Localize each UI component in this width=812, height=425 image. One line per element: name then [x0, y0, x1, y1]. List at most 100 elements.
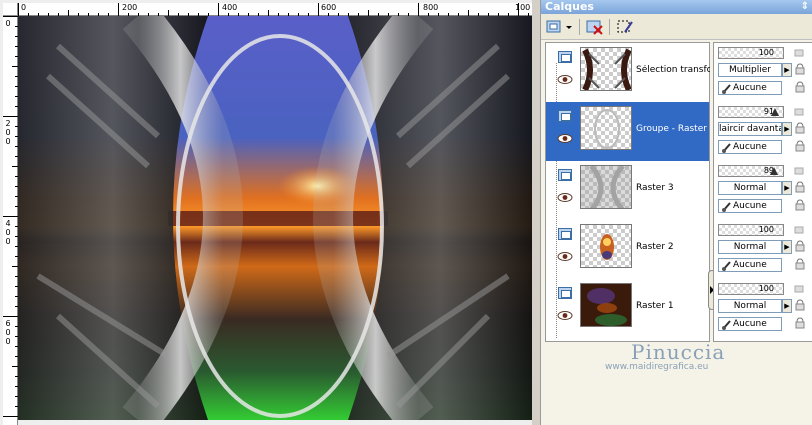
layer-name[interactable]: Groupe - Raster 4 — [636, 124, 710, 134]
edit-selection-button[interactable] — [615, 18, 635, 36]
ruler-top-label: 400 — [222, 3, 238, 12]
lock-icon[interactable] — [794, 181, 806, 193]
blend-mode-dropdown[interactable]: ▶ — [782, 122, 792, 136]
ruler-left-label: 0 — [5, 137, 11, 146]
blend-mode-select[interactable]: Multiplier — [718, 63, 782, 77]
panel-title-bar[interactable]: Calques ⇕ — [541, 0, 812, 14]
blend-mode-select[interactable]: Normal — [718, 181, 782, 195]
opacity-marker[interactable] — [770, 167, 779, 175]
layer-name[interactable]: Raster 2 — [636, 242, 710, 252]
ruler-left-label: 6 — [5, 319, 11, 328]
link-icon[interactable] — [792, 224, 806, 236]
layer-style-field[interactable]: Aucune — [718, 81, 782, 95]
ruler-top: 0 200 400 600 800 100 — [18, 3, 532, 16]
lock-icon[interactable] — [794, 63, 806, 75]
lock-icon[interactable] — [794, 199, 806, 211]
ruler-top-label: 800 — [423, 3, 439, 12]
blend-mode-select[interactable]: Normal — [718, 240, 782, 254]
lock-icon[interactable] — [794, 258, 806, 270]
lock-icon[interactable] — [794, 140, 806, 152]
ruler-left-label: 0 — [5, 128, 11, 137]
layer-row-selection-transform[interactable]: Sélection transform — [546, 43, 710, 102]
toolbar-divider — [579, 19, 580, 35]
new-layer-icon — [546, 20, 561, 33]
opacity-slider[interactable]: 100 — [718, 283, 784, 295]
link-icon[interactable] — [792, 47, 806, 59]
link-icon[interactable] — [792, 283, 806, 295]
layer-row-raster-1[interactable]: Raster 1 — [546, 279, 709, 338]
lock-icon[interactable] — [794, 122, 806, 134]
ruler-corner — [3, 3, 18, 16]
layer-properties-row: 100 Normal ▶ Aucune — [714, 220, 812, 279]
eye-icon[interactable] — [557, 134, 573, 143]
eye-icon[interactable] — [557, 193, 573, 202]
lock-icon[interactable] — [794, 299, 806, 311]
layer-type-icon[interactable] — [558, 287, 572, 299]
new-layer-dropdown[interactable] — [564, 18, 574, 36]
ruler-left-label: 0 — [5, 19, 11, 28]
ruler-top-label: 200 — [122, 3, 138, 12]
opacity-value: 100 — [758, 225, 774, 234]
layer-type-icon[interactable] — [558, 110, 572, 122]
lock-icon[interactable] — [794, 317, 806, 329]
brush-icon — [722, 202, 731, 212]
layer-style-field[interactable]: Aucune — [718, 199, 782, 213]
opacity-marker[interactable] — [771, 108, 780, 116]
eye-icon[interactable] — [557, 311, 573, 320]
layer-row-groupe-raster-4[interactable]: Groupe - Raster 4 — [546, 102, 710, 161]
pin-icon[interactable]: ⇕ — [801, 0, 809, 14]
layer-type-icon[interactable] — [558, 169, 572, 181]
blend-mode-dropdown[interactable]: ▶ — [782, 181, 792, 195]
brush-icon — [722, 143, 731, 153]
layer-type-icon[interactable] — [558, 51, 572, 63]
layer-properties-row: 91 laircir davantag ▶ Aucune — [714, 102, 812, 161]
blend-mode-dropdown[interactable]: ▶ — [782, 240, 792, 254]
layer-type-icon[interactable] — [558, 228, 572, 240]
layers-panel: Calques ⇕ Sélection transfo Groupe - Ras… — [540, 0, 812, 425]
layer-style-label: Aucune — [733, 83, 767, 93]
lock-icon[interactable] — [794, 81, 806, 93]
eye-icon[interactable] — [557, 75, 573, 84]
layer-name[interactable]: Sélection transform — [636, 65, 710, 75]
layer-row-raster-2[interactable]: Raster 2 — [546, 220, 709, 279]
layer-name[interactable]: Raster 3 — [636, 183, 710, 193]
canvas-area[interactable]: 0 200 400 600 800 100 0 2 0 0 4 0 0 6 0 … — [0, 0, 540, 425]
opacity-value: 100 — [758, 284, 774, 293]
watermark-url: www.maidiregrafica.eu — [605, 362, 709, 372]
eye-icon[interactable] — [557, 252, 573, 261]
brush-icon — [722, 261, 731, 271]
layer-name[interactable]: Raster 1 — [636, 301, 710, 311]
link-icon[interactable] — [792, 106, 806, 118]
layer-style-field[interactable]: Aucune — [718, 140, 782, 154]
artwork-image[interactable] — [18, 16, 532, 420]
layer-style-label: Aucune — [733, 260, 767, 270]
opacity-slider[interactable]: 100 — [718, 47, 784, 59]
selection-brush-icon — [617, 20, 633, 33]
blend-mode-dropdown[interactable]: ▶ — [782, 299, 792, 313]
blend-mode-dropdown[interactable]: ▶ — [782, 63, 792, 77]
artwork-graphic — [18, 16, 532, 420]
layer-properties-list: 100 Multiplier ▶ Aucune 91 laircir davan… — [713, 42, 812, 342]
opacity-slider[interactable]: 91 — [718, 106, 784, 118]
layer-style-field[interactable]: Aucune — [718, 258, 782, 272]
layers-toolbar — [541, 14, 812, 40]
blend-mode-select[interactable]: laircir davantag — [718, 122, 782, 136]
new-layer-button[interactable] — [545, 18, 565, 36]
opacity-slider[interactable]: 89 — [718, 165, 784, 177]
lock-icon[interactable] — [794, 240, 806, 252]
layer-row-raster-3[interactable]: Raster 3 — [546, 161, 709, 220]
canvas-edge — [532, 0, 540, 425]
brush-icon — [722, 320, 731, 330]
ruler-top-ticks — [18, 3, 529, 16]
delete-layer-icon — [586, 20, 603, 35]
link-icon[interactable] — [792, 165, 806, 177]
ruler-top-label: 0 — [21, 3, 27, 12]
ruler-top-label: 100 — [515, 3, 531, 12]
thumbnail-graphic — [582, 48, 631, 90]
layer-style-field[interactable]: Aucune — [718, 317, 782, 331]
ruler-top-label: 600 — [321, 3, 337, 12]
blend-mode-select[interactable]: Normal — [718, 299, 782, 313]
panel-title: Calques — [545, 0, 594, 13]
delete-layer-button[interactable] — [585, 18, 605, 36]
opacity-slider[interactable]: 100 — [718, 224, 784, 236]
